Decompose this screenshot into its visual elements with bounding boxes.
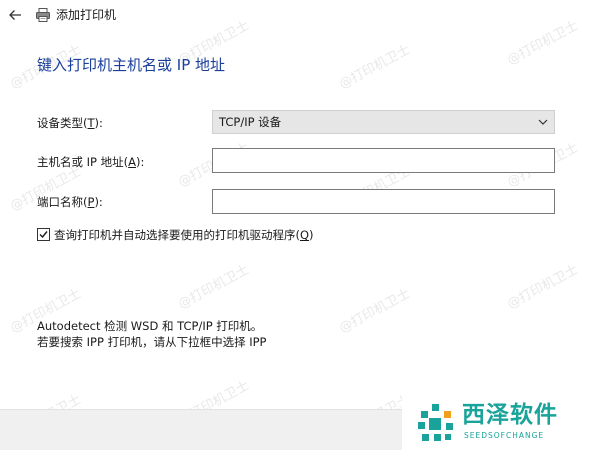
label-text: )	[309, 228, 314, 242]
auto-driver-label[interactable]: 查询打印机并自动选择要使用的打印机驱动程序(Q)	[54, 227, 314, 243]
label-text: 端口名称(	[37, 195, 88, 209]
watermark-text: @打印机卫士	[504, 262, 581, 313]
watermark-text: @打印机卫士	[336, 42, 413, 93]
window-title: 添加打印机	[56, 8, 117, 22]
title-bar: 添加打印机	[0, 0, 600, 30]
label-text: ):	[94, 195, 103, 209]
device-type-value: TCP/IP 设备	[219, 115, 282, 129]
device-type-label: 设备类型(T):	[37, 115, 103, 131]
label-text: 主机名或 IP 地址(	[37, 155, 129, 169]
label-text: ):	[94, 116, 103, 130]
brand-subtitle: SEEDSOFCHANGE	[464, 431, 545, 440]
access-key: T	[87, 116, 95, 130]
brand-logo-icon	[418, 404, 453, 441]
watermark-text: @打印机卫士	[336, 286, 413, 337]
access-key: Q	[299, 228, 310, 242]
add-printer-window: @打印机卫士 @打印机卫士 @打印机卫士 @打印机卫士 @打印机卫士 @打印机卫…	[0, 0, 600, 450]
brand-name: 西泽软件	[462, 402, 558, 428]
label-text: 设备类型(	[37, 116, 88, 130]
chevron-down-icon	[538, 119, 548, 125]
printer-icon	[36, 8, 50, 22]
port-name-input[interactable]	[212, 189, 555, 214]
info-ipp: 若要搜索 IPP 打印机，请从下拉框中选择 IPP	[37, 335, 267, 349]
watermark-text: @打印机卫士	[175, 262, 252, 313]
port-name-label: 端口名称(P):	[37, 194, 103, 210]
back-arrow-icon	[9, 10, 21, 20]
info-autodetect: Autodetect 检测 WSD 和 TCP/IP 打印机。	[37, 319, 263, 333]
device-type-select[interactable]: TCP/IP 设备	[212, 110, 555, 134]
hostname-input[interactable]	[212, 148, 555, 173]
access-key: A	[128, 155, 136, 169]
label-text: ):	[136, 155, 145, 169]
page-title: 键入打印机主机名或 IP 地址	[37, 56, 226, 74]
hostname-label: 主机名或 IP 地址(A):	[37, 154, 144, 170]
brand-logo: 西泽软件 SEEDSOFCHANGE	[402, 397, 600, 450]
back-button[interactable]	[4, 4, 26, 26]
label-text: 查询打印机并自动选择要使用的打印机驱动程序(	[54, 228, 300, 242]
auto-driver-checkbox[interactable]	[37, 228, 50, 241]
checkmark-icon	[39, 231, 48, 239]
